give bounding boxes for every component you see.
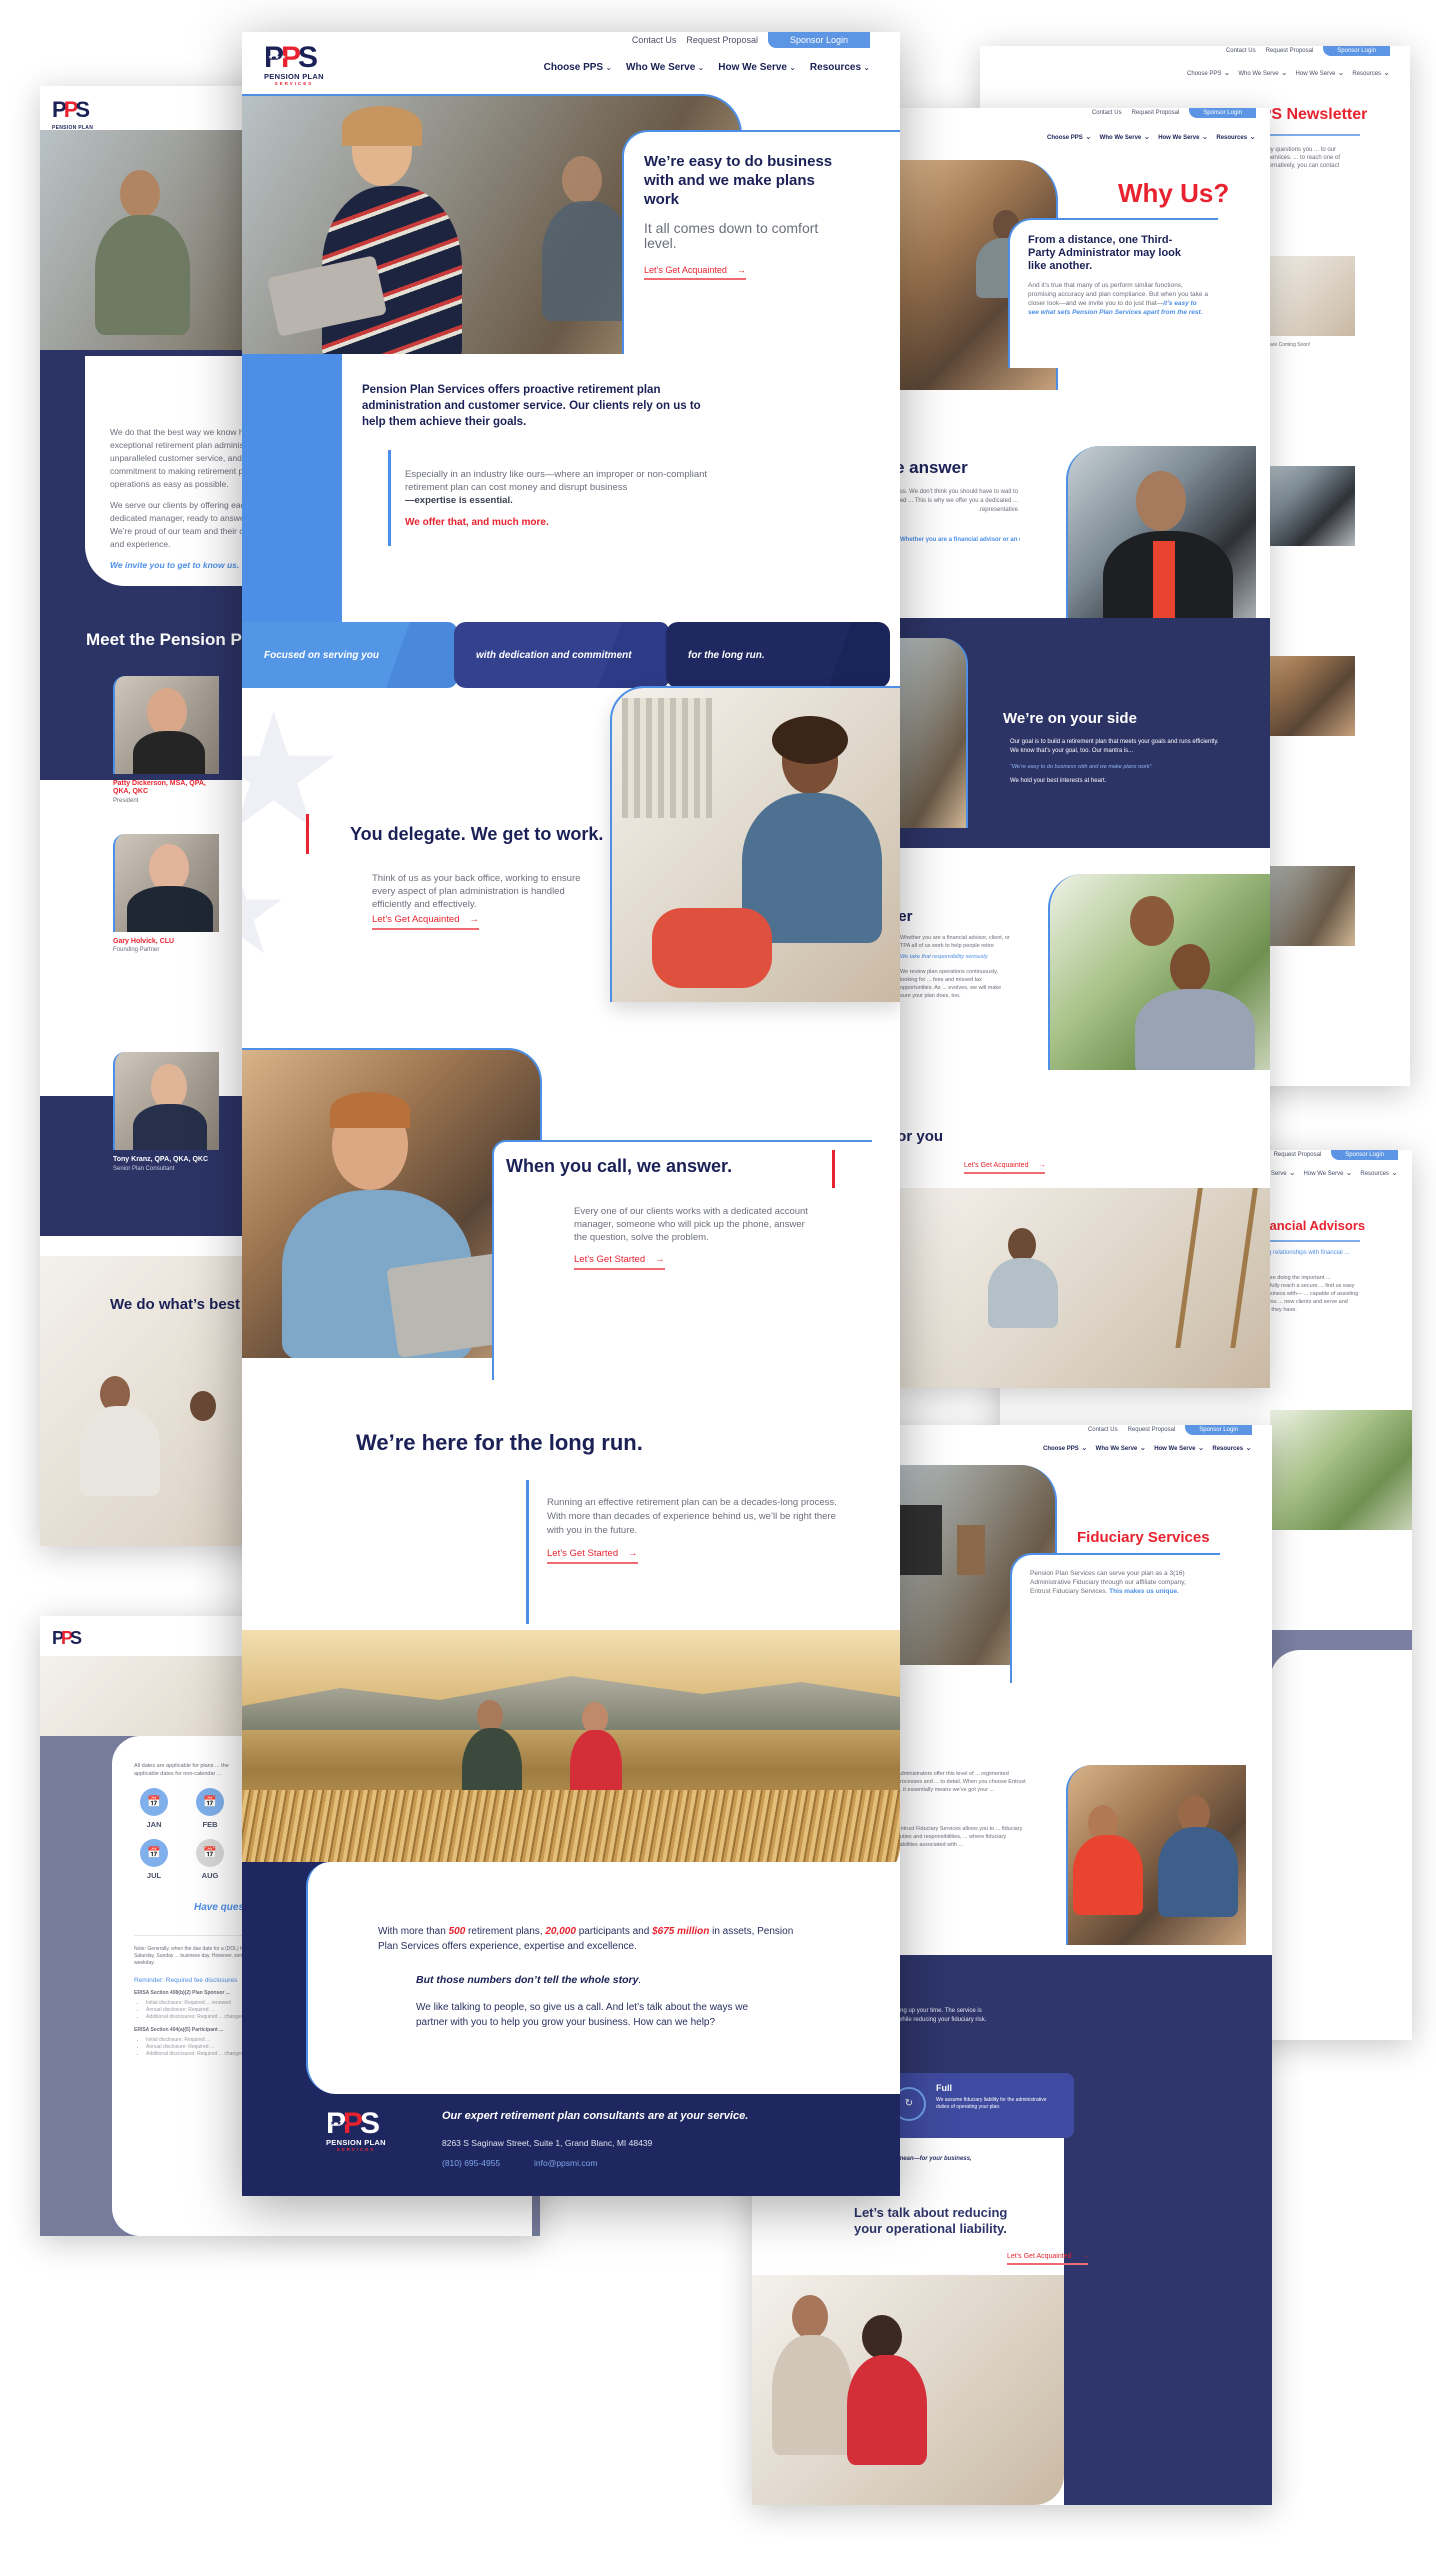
stats-text: With more than 500 retirement plans, 20,…: [378, 1926, 794, 1952]
why-us-page: Contact Us Request Proposal Sponsor Logi…: [898, 108, 1270, 1388]
intro-lead: Pension Plan Services offers proactive r…: [362, 384, 701, 428]
site-footer: PPS ★★★ PENSION PLAN SERVICES Our expert…: [242, 2094, 900, 2196]
about-logo[interactable]: PPS PENSION PLAN: [52, 96, 93, 133]
fiduciary-team-photo: [1066, 1765, 1246, 1945]
hero-cta-link[interactable]: Let’s Get Acquainted →: [644, 265, 746, 280]
calendar-icon: 📅: [140, 1839, 168, 1867]
call-body: Every one of our clients works with a de…: [574, 1206, 808, 1243]
banner-item: with dedication and commitment: [454, 622, 672, 688]
stats-card: With more than 500 retirement plans, 20,…: [306, 1862, 900, 2094]
longrun-cta-link[interactable]: Let’s Get Started →: [547, 1548, 638, 1564]
reduce-photo: [752, 2275, 1064, 2505]
team-member-card[interactable]: Tony Kranz, QPA, QKA, QKC Senior Plan Co…: [113, 1052, 223, 1172]
calendar-icon: 📅: [140, 1788, 168, 1816]
nav-how-we-serve[interactable]: How We Serve: [718, 62, 796, 73]
team-member-role: President: [113, 798, 139, 804]
footer-address: 8263 S Saginaw Street, Suite 1, Grand Bl…: [442, 2138, 653, 2148]
delegate-body: Think of us as your back office, working…: [372, 873, 581, 910]
star-watermark: ★: [242, 682, 346, 861]
nav-resources[interactable]: Resources: [810, 62, 870, 73]
fiduciary-card: Pension Plan Services can serve your pla…: [1010, 1553, 1220, 1683]
call-card: When you call, we answer. Every one of o…: [492, 1140, 872, 1380]
calendar-month[interactable]: 📅 JUL: [134, 1839, 174, 1880]
banner-item: Focused on serving you: [242, 622, 460, 688]
footer-phone-link[interactable]: (810) 695-4955: [442, 2158, 500, 2168]
delegate-photo: [610, 686, 900, 1002]
answer-photo: [1066, 446, 1256, 628]
site-header: PPS ★★★ PENSION PLAN SERVICES Contact Us…: [242, 32, 900, 94]
delegate-title: You delegate. We get to work.: [350, 824, 604, 844]
best-photo: [898, 1188, 1270, 1388]
team-member-role: Senior Plan Consultant: [113, 1166, 175, 1172]
star-watermark: ★: [242, 852, 290, 972]
team-member-card[interactable]: Gary Holvick, CLU Founding Partner: [113, 834, 223, 953]
on-your-side-section: We’re on your side Our goal is to build …: [898, 618, 1270, 848]
intro-quote: Especially in an industry like ours—wher…: [388, 450, 718, 546]
stat-plans: 500: [448, 1926, 466, 1937]
request-proposal-link[interactable]: Request Proposal: [686, 35, 758, 45]
contact-us-link[interactable]: Contact Us: [632, 35, 677, 45]
hero-subtitle: It all comes down to comfort level.: [644, 220, 819, 251]
best-title: We do what’s best for you: [898, 1128, 944, 1145]
stats-story: But those numbers don’t tell the whole s…: [416, 1974, 642, 1986]
why-body: And it’s true that many of us perform si…: [1028, 282, 1208, 316]
footer-tagline: Our expert retirement plan consultants a…: [442, 2110, 749, 2122]
why-card: From a distance, one Third-Party Adminis…: [1008, 218, 1218, 368]
team-member-role: Founding Partner: [113, 947, 160, 953]
main-nav: Choose PPS Who We Serve How We Serve Res…: [544, 62, 870, 73]
calendar-month[interactable]: 📅 JAN: [134, 1788, 174, 1829]
calendar-icon: 📅: [196, 1839, 224, 1867]
call-title: When you call, we answer.: [506, 1156, 733, 1176]
team-member-name: Gary Holvick, CLU: [113, 938, 175, 945]
best-cta-link[interactable]: Let’s Get Acquainted →: [964, 1162, 1046, 1174]
longrun-photo: [242, 1630, 900, 1885]
calendar-intro: All dates are applicable for plans ... t…: [134, 1763, 229, 1777]
why-title: Why Us?: [1118, 178, 1230, 208]
team-member-name: Patty Dickerson, MSA, QPA, QKA, QKC: [113, 780, 206, 795]
banner-item: for the long run.: [666, 622, 890, 688]
longrun-title: We’re here for the long run.: [356, 1430, 643, 1455]
footer-logo[interactable]: PPS ★★★ PENSION PLAN SERVICES: [326, 2109, 386, 2153]
stats-closing: We like talking to people, so give us a …: [416, 2002, 749, 2028]
sponsor-login-button[interactable]: Sponsor Login: [767, 32, 870, 48]
reduce-cta-link[interactable]: Let’s Get Acquainted →: [1007, 2253, 1089, 2265]
nav-who-we-serve[interactable]: Who We Serve: [626, 62, 704, 73]
better-photo: [1048, 874, 1270, 1070]
service-model-full[interactable]: ↻ Full We assume fiduciary liability for…: [874, 2073, 1074, 2138]
delegate-cta-link[interactable]: Let’s Get Acquainted →: [372, 914, 479, 930]
answer-title: When you call, we answer: [898, 458, 968, 477]
home-page: PPS ★★★ PENSION PLAN SERVICES Contact Us…: [242, 32, 900, 2196]
portfolio-collage: PPS PENSION PLAN We do that the best way…: [0, 0, 1436, 2560]
nav-choose-pps[interactable]: Choose PPS: [544, 62, 612, 73]
team-member-name: Tony Kranz, QPA, QKA, QKC: [113, 1156, 209, 1163]
why-subtitle: From a distance, one Third-Party Adminis…: [1028, 234, 1182, 272]
value-banner: Focused on serving you with dedication a…: [242, 622, 900, 688]
footer-email-link[interactable]: info@ppsmi.com: [534, 2158, 597, 2168]
site-logo[interactable]: PPS ★★★ PENSION PLAN SERVICES: [264, 43, 324, 87]
better-title: We make life better: [898, 908, 913, 925]
longrun-quote: Running an effective retirement plan can…: [526, 1480, 846, 1624]
team-member-card[interactable]: Patty Dickerson, MSA, QPA, QKA, QKC Pres…: [113, 676, 223, 804]
stat-participants: 20,000: [545, 1926, 576, 1937]
hero-title: We’re easy to do business with and we ma…: [644, 153, 833, 208]
calendar-month[interactable]: 📅 AUG: [190, 1839, 230, 1880]
calendar-logo[interactable]: PPS: [52, 1624, 82, 1652]
fiduciary-title: Fiduciary Services: [1077, 1529, 1210, 1546]
intro-section: Pension Plan Services offers proactive r…: [342, 354, 900, 622]
hero-card: We’re easy to do business with and we ma…: [622, 130, 900, 390]
calendar-icon: 📅: [196, 1788, 224, 1816]
calendar-month[interactable]: 📅 FEB: [190, 1788, 230, 1829]
stars-icon: ★★★: [268, 55, 288, 61]
longrun-body: Running an effective retirement plan can…: [547, 1497, 837, 1536]
stat-assets: $675 million: [652, 1926, 710, 1937]
call-cta-link[interactable]: Let’s Get Started →: [574, 1254, 665, 1270]
intro-quote-highlight: We offer that, and much more.: [405, 517, 549, 528]
